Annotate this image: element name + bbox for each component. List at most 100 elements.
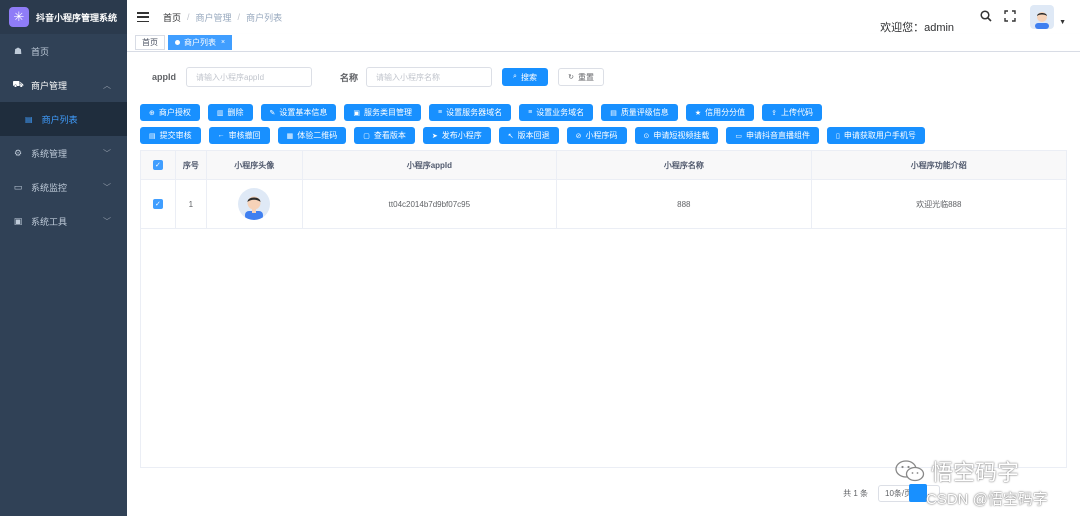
sidebar-item-label: 系统工具 xyxy=(31,216,68,227)
breadcrumb-separator: / xyxy=(187,12,190,22)
button-label: 设置业务域名 xyxy=(536,108,585,117)
publish-button[interactable]: ➤ 发布小程序 xyxy=(422,127,491,144)
row-intro: 欢迎光临888 xyxy=(916,199,962,209)
view-version-button[interactable]: ▢ 查看版本 xyxy=(354,127,415,144)
sidebar-item-label: 系统监控 xyxy=(31,182,68,193)
camera-icon: ▭ xyxy=(735,132,742,140)
arrow-up-left-icon: ↖ xyxy=(507,132,514,140)
sidebar-item-label: 系统管理 xyxy=(31,148,68,159)
row-select-cell: ✓ xyxy=(141,180,176,228)
hamburger-icon[interactable] xyxy=(137,12,149,22)
breadcrumb-home[interactable]: 首页 xyxy=(163,11,181,24)
phone-icon: ▯ xyxy=(836,132,840,140)
tag-merchant-list[interactable]: 商户列表 × xyxy=(168,35,233,50)
name-input[interactable]: 请输入小程序名称 xyxy=(366,67,493,87)
live-component-button[interactable]: ▭ 申请抖音直播组件 xyxy=(726,127,819,144)
button-label: 商户授权 xyxy=(158,108,191,117)
breadcrumb-current: 商户列表 xyxy=(246,12,283,23)
withdraw-audit-button[interactable]: ← 审核撤回 xyxy=(208,127,270,144)
short-video-mount-button[interactable]: ⊙ 申请短视频挂载 xyxy=(634,127,719,144)
reset-button[interactable]: ↻ 重置 xyxy=(558,68,605,86)
upload-code-button[interactable]: ⇪ 上传代码 xyxy=(762,104,822,121)
column-header: 小程序appId xyxy=(303,151,558,179)
toolbar-row-1: ⊕ 商户授权 ▥ 删除 ✎ 设置基本信息 ▣ 服务类目管理 ≡ 设置服务器域名 ≡ 设置业务… xyxy=(140,104,1070,121)
tag-home[interactable]: 首页 xyxy=(135,35,165,50)
sidebar-item-tools[interactable]: ▣ 系统工具 ﹀ xyxy=(0,204,127,238)
fullscreen-icon[interactable] xyxy=(1004,9,1016,25)
search-button[interactable]: ⌕ 搜索 xyxy=(502,68,549,86)
mini-program-code-button[interactable]: ⊘ 小程序码 xyxy=(566,127,627,144)
upload-icon: ⇪ xyxy=(771,109,777,117)
breadcrumb: 首页 / 商户管理 / 商户列表 xyxy=(163,11,282,24)
active-dot-icon xyxy=(175,40,180,45)
sidebar-item-label: 首页 xyxy=(31,46,50,57)
send-icon: ➤ xyxy=(431,132,438,140)
column-header: 小程序头像 xyxy=(207,151,303,179)
user-phone-button[interactable]: ▯ 申请获取用户手机号 xyxy=(827,127,925,144)
table-header: ✓ 序号 小程序头像 小程序appId 小程序名称 小程序功能介绍 xyxy=(141,151,1066,180)
app-logo-icon: ✳ xyxy=(9,7,29,27)
button-label: 审核撤回 xyxy=(228,131,261,140)
button-label: 设置服务器域名 xyxy=(446,108,503,117)
pagination-total: 共 1 条 xyxy=(843,489,868,498)
trash-icon: ▥ xyxy=(216,109,224,117)
brand[interactable]: ✳ 抖音小程序管理系统 xyxy=(0,0,127,34)
user-avatar[interactable] xyxy=(1030,5,1055,29)
button-label: 申请短视频挂载 xyxy=(653,131,710,140)
business-domain-button[interactable]: ≡ 设置业务域名 xyxy=(519,104,594,121)
tag-label: 商户列表 xyxy=(184,38,216,47)
credit-score-button[interactable]: ★ 信用分分值 xyxy=(685,104,755,121)
select-all-cell: ✓ xyxy=(141,151,176,179)
sidebar-item-merchant[interactable]: ⛟ 商户管理 ︿ xyxy=(0,68,127,102)
star-icon: ★ xyxy=(694,109,702,117)
close-icon[interactable]: × xyxy=(221,39,225,46)
authorize-button[interactable]: ⊕ 商户授权 xyxy=(140,104,200,121)
sidebar-item-label: 商户管理 xyxy=(31,80,68,91)
sidebar-item-system[interactable]: ⚙ 系统管理 ﹀ xyxy=(0,136,127,170)
tag-label: 首页 xyxy=(142,38,158,47)
list-icon: ≡ xyxy=(528,109,533,116)
submit-audit-button[interactable]: ▤ 提交审核 xyxy=(140,127,201,144)
button-label: 信用分分值 xyxy=(705,108,746,117)
sidebar-item-home[interactable]: ☗ 首页 xyxy=(0,34,127,68)
button-label: 设置基本信息 xyxy=(279,108,328,117)
search-icon[interactable] xyxy=(980,9,992,25)
row-avatar-cell xyxy=(207,180,303,228)
row-appid: tt04c2014b7d9bf07c95 xyxy=(303,180,558,228)
trial-qrcode-button[interactable]: ▦ 体验二维码 xyxy=(277,127,347,144)
row-index: 1 xyxy=(176,180,207,228)
row-checkbox[interactable]: ✓ xyxy=(152,199,163,209)
breadcrumb-merchant[interactable]: 商户管理 xyxy=(196,11,232,24)
tags-view: 首页 商户列表 × xyxy=(127,34,1080,52)
select-all-checkbox[interactable]: ✓ xyxy=(152,160,163,170)
appid-input[interactable]: 请输入小程序appId xyxy=(186,67,312,87)
delete-button[interactable]: ▥ 删除 xyxy=(207,104,253,121)
list-icon: ▤ xyxy=(25,114,33,124)
set-basic-info-button[interactable]: ✎ 设置基本信息 xyxy=(260,104,337,121)
app-title: 抖音小程序管理系统 xyxy=(36,12,118,23)
service-category-button[interactable]: ▣ 服务类目管理 xyxy=(344,104,421,121)
server-domain-button[interactable]: ≡ 设置服务器域名 xyxy=(429,104,512,121)
toolbar-row-2: ▤ 提交审核 ← 审核撤回 ▦ 体验二维码 ▢ 查看版本 ➤ 发布小程序 ↖ 版本回退 ⊘ 小… xyxy=(140,127,1070,144)
qrcode-icon: ▦ xyxy=(286,132,294,140)
welcome-text: 欢迎您：admin xyxy=(880,22,955,34)
tool-icon: ▣ xyxy=(13,215,23,226)
sidebar-item-monitor[interactable]: ▭ 系统监控 ﹀ xyxy=(0,170,127,204)
name-label: 名称 xyxy=(340,72,359,83)
sidebar-item-merchant-list[interactable]: ▤ 商户列表 xyxy=(0,102,127,136)
button-label: 体验二维码 xyxy=(297,131,338,140)
main-content: appId 请输入小程序appId 名称 请输入小程序名称 ⌕ 搜索 ↻ 重置 ⊕ 商… xyxy=(127,52,1080,516)
button-label: 服务类目管理 xyxy=(364,108,412,117)
video-icon: ⊙ xyxy=(643,132,650,140)
quality-rating-button[interactable]: ▤ 质量评级信息 xyxy=(601,104,678,121)
table-row[interactable]: ✓ 1 tt04c2014b7d9bf07c95 888 欢迎光临888 xyxy=(141,180,1066,229)
sidebar: ✳ 抖音小程序管理系统 ☗ 首页 ⛟ 商户管理 ︿ ▤ 商户列表 ⚙ 系统管理 … xyxy=(0,0,127,516)
search-icon: ⌕ xyxy=(513,73,517,80)
caret-down-icon[interactable]: ▼ xyxy=(1059,19,1066,26)
box-icon: ▢ xyxy=(363,132,370,140)
search-button-label: 搜索 xyxy=(520,72,537,82)
button-label: 小程序码 xyxy=(585,131,618,140)
shop-icon: ⛟ xyxy=(12,79,24,89)
chevron-up-icon: ︿ xyxy=(103,80,111,90)
version-rollback-button[interactable]: ↖ 版本回退 xyxy=(498,127,559,144)
